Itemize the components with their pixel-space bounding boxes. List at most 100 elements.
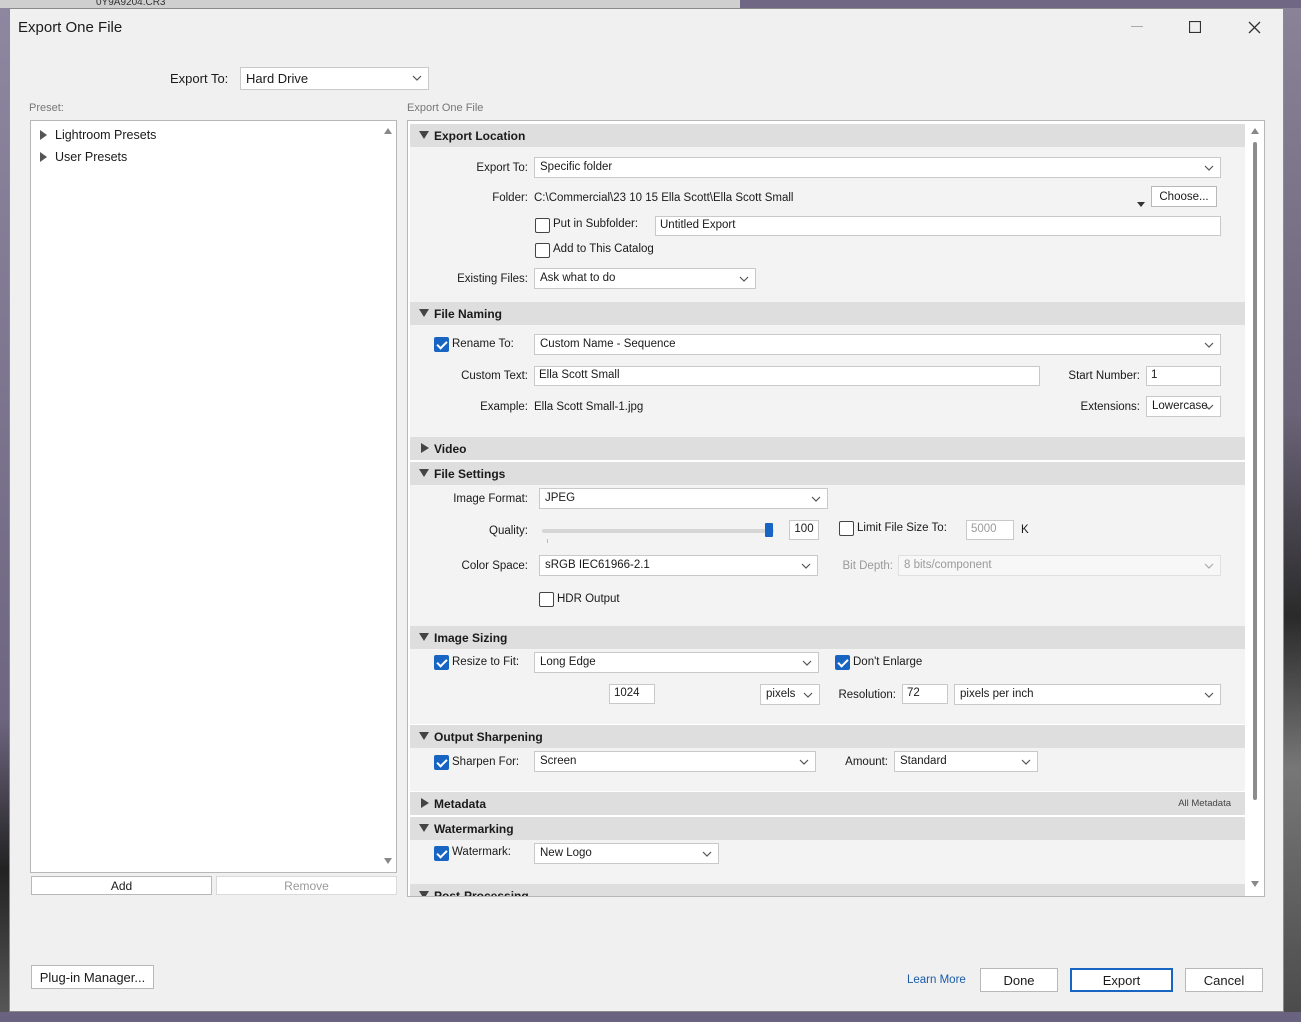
choose-folder-button[interactable]: Choose...: [1151, 186, 1217, 207]
preset-label: Preset:: [29, 102, 64, 114]
sharpen-for-dropdown[interactable]: Screen: [534, 751, 816, 772]
section-file-settings[interactable]: File Settings: [410, 462, 1245, 485]
collapse-triangle-icon: [419, 309, 429, 317]
section-metadata[interactable]: Metadata All Metadata: [410, 792, 1245, 815]
existing-files-label: Existing Files:: [457, 273, 528, 285]
start-number-input[interactable]: 1: [1146, 366, 1221, 386]
subfolder-input[interactable]: Untitled Export: [655, 216, 1221, 236]
section-video[interactable]: Video: [410, 437, 1245, 460]
chevron-down-icon: [1204, 404, 1214, 410]
amount-dropdown[interactable]: Standard: [894, 751, 1038, 772]
scroll-down-icon[interactable]: [384, 858, 392, 864]
export-button[interactable]: Export: [1070, 968, 1173, 992]
chevron-down-icon: [811, 496, 821, 502]
add-preset-button[interactable]: Add: [31, 876, 212, 895]
chevron-down-icon: [803, 692, 813, 698]
section-export-location[interactable]: Export Location: [410, 124, 1245, 147]
chevron-down-icon: [739, 276, 749, 282]
settings-panel: Export Location Export To: Specific fold…: [407, 120, 1265, 897]
image-format-dropdown[interactable]: JPEG: [539, 488, 828, 509]
chevron-down-icon: [412, 75, 422, 81]
rename-label: Rename To:: [452, 338, 514, 350]
plugin-manager-button[interactable]: Plug-in Manager...: [31, 965, 154, 989]
hdr-checkbox[interactable]: [539, 592, 554, 607]
limit-size-input[interactable]: 5000: [966, 520, 1014, 540]
remove-preset-button[interactable]: Remove: [216, 876, 397, 895]
collapse-triangle-icon: [419, 891, 429, 896]
hdr-label: HDR Output: [557, 593, 620, 605]
color-space-dropdown[interactable]: sRGB IEC61966-2.1: [539, 555, 818, 576]
section-post-processing[interactable]: Post-Processing: [410, 884, 1245, 896]
folder-history-icon[interactable]: [1137, 196, 1145, 210]
existing-files-dropdown[interactable]: Ask what to do: [534, 268, 756, 289]
section-file-naming[interactable]: File Naming: [410, 302, 1245, 325]
learn-more-link[interactable]: Learn More: [907, 974, 966, 986]
settings-scrollbar[interactable]: [1248, 124, 1262, 895]
extensions-dropdown[interactable]: Lowercase: [1146, 396, 1221, 417]
resize-checkbox[interactable]: [434, 655, 449, 670]
collapse-triangle-icon: [419, 732, 429, 740]
bit-depth-dropdown[interactable]: 8 bits/component: [898, 555, 1221, 576]
watermark-label: Watermark:: [452, 846, 511, 858]
collapse-triangle-icon: [419, 633, 429, 641]
watermark-dropdown[interactable]: New Logo: [534, 843, 719, 864]
subfolder-checkbox[interactable]: [535, 218, 550, 233]
settings-panel-label: Export One File: [407, 102, 484, 114]
chevron-down-icon: [702, 851, 712, 857]
resize-mode-dropdown[interactable]: Long Edge: [534, 652, 819, 673]
rename-dropdown[interactable]: Custom Name - Sequence: [534, 334, 1221, 355]
example-value: Ella Scott Small-1.jpg: [534, 401, 644, 413]
chevron-down-icon: [799, 759, 809, 765]
background-strip: [0, 1012, 1301, 1022]
add-to-catalog-checkbox[interactable]: [535, 243, 550, 258]
limit-size-checkbox[interactable]: [839, 521, 854, 536]
quality-label: Quality:: [489, 525, 528, 537]
resolution-input[interactable]: 72: [902, 684, 948, 704]
quality-slider-thumb[interactable]: [765, 523, 773, 537]
section-watermarking[interactable]: Watermarking: [410, 817, 1245, 840]
minimize-icon: [1131, 26, 1143, 27]
expand-triangle-icon: [40, 152, 47, 162]
scroll-up-icon[interactable]: [1251, 128, 1259, 134]
rename-checkbox[interactable]: [434, 337, 449, 352]
preset-item-user[interactable]: User Presets: [40, 150, 127, 164]
dont-enlarge-label: Don't Enlarge: [853, 656, 923, 668]
sharpen-checkbox[interactable]: [434, 755, 449, 770]
resolution-label: Resolution:: [838, 689, 896, 701]
export-to-label: Export To:: [170, 71, 229, 86]
collapse-triangle-icon: [419, 824, 429, 832]
scrollbar-thumb[interactable]: [1253, 142, 1257, 800]
amount-label: Amount:: [845, 756, 888, 768]
chevron-down-icon: [802, 660, 812, 666]
resolution-unit-dropdown[interactable]: pixels per inch: [954, 684, 1221, 705]
maximize-icon: [1189, 21, 1201, 33]
image-format-label: Image Format:: [453, 493, 528, 505]
size-input[interactable]: 1024: [609, 684, 655, 704]
export-location-dropdown[interactable]: Specific folder: [534, 157, 1221, 178]
done-button[interactable]: Done: [980, 968, 1058, 992]
chevron-down-icon: [1204, 342, 1214, 348]
example-label: Example:: [480, 401, 528, 413]
start-number-label: Start Number:: [1068, 370, 1140, 382]
chevron-down-icon: [801, 563, 811, 569]
quality-input[interactable]: 100: [789, 520, 819, 540]
minimize-button[interactable]: [1108, 9, 1166, 45]
size-unit-dropdown[interactable]: pixels: [760, 684, 820, 705]
cancel-button[interactable]: Cancel: [1185, 968, 1263, 992]
scroll-down-icon[interactable]: [1251, 881, 1259, 887]
folder-label: Folder:: [492, 192, 528, 204]
custom-text-input[interactable]: Ella Scott Small: [534, 366, 1040, 386]
background-photo: [1284, 8, 1301, 1022]
preset-tree: Lightroom Presets User Presets: [30, 120, 397, 873]
scroll-up-icon[interactable]: [384, 128, 392, 134]
folder-path: C:\Commercial\23 10 15 Ella Scott\Ella S…: [534, 192, 794, 204]
maximize-button[interactable]: [1166, 9, 1224, 45]
section-image-sizing[interactable]: Image Sizing: [410, 626, 1245, 649]
close-button[interactable]: [1225, 9, 1283, 45]
watermark-checkbox[interactable]: [434, 846, 449, 861]
section-output-sharpening[interactable]: Output Sharpening: [410, 725, 1245, 748]
export-to-dropdown[interactable]: Hard Drive: [240, 67, 429, 90]
quality-slider[interactable]: [542, 523, 774, 543]
preset-item-lightroom[interactable]: Lightroom Presets: [40, 128, 156, 142]
dont-enlarge-checkbox[interactable]: [835, 655, 850, 670]
